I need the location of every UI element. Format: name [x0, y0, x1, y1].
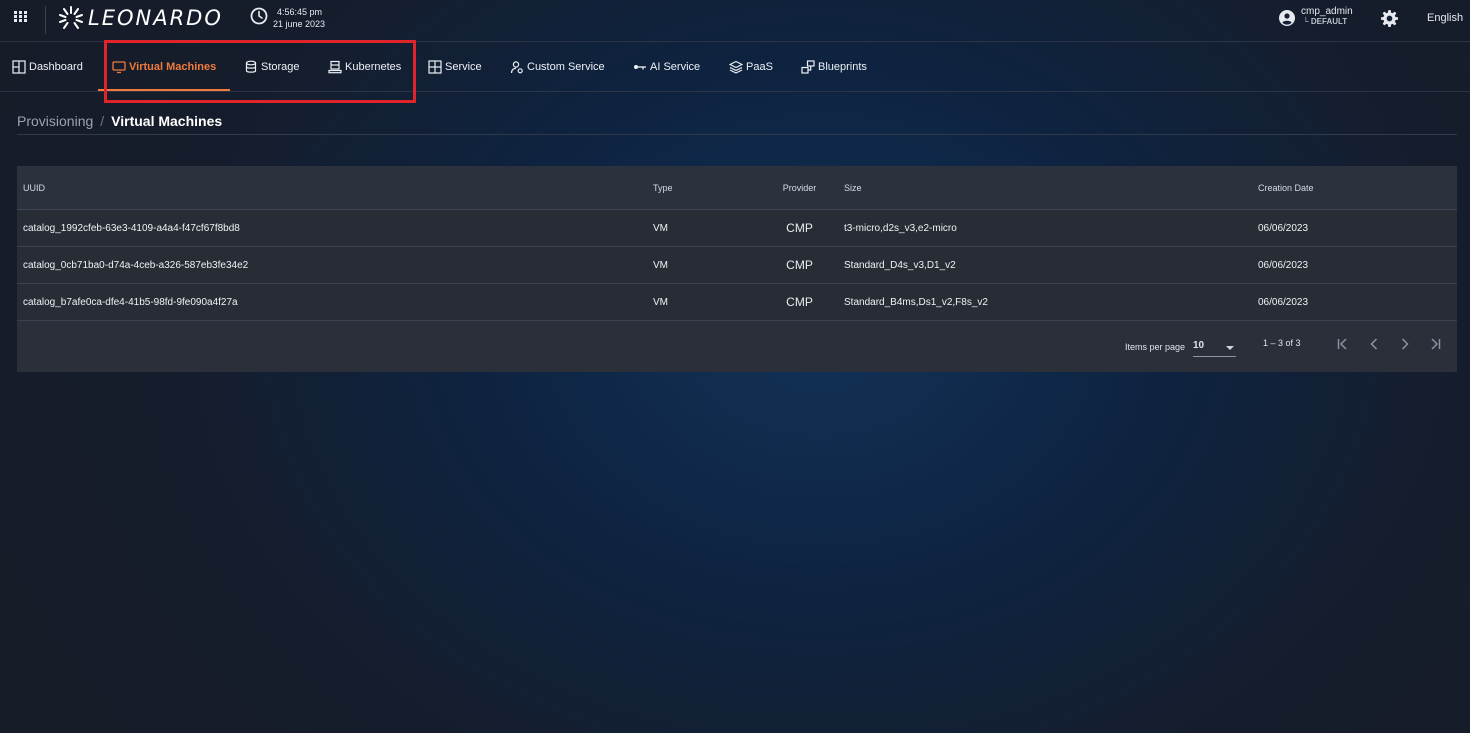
cell-size: Standard_D4s_v3,D1_v2: [844, 259, 956, 271]
column-header-creation-date[interactable]: Creation Date: [1252, 183, 1452, 193]
breadcrumb-separator: /: [100, 113, 105, 129]
tab-label: AI Service: [650, 61, 701, 73]
page-range-label: 1 – 3 of 3: [1263, 338, 1301, 348]
cell-type: VM: [653, 259, 668, 271]
apps-grid-icon[interactable]: [14, 11, 30, 27]
logo-text: LEONARDO: [88, 6, 223, 30]
tab-virtual-machines[interactable]: Virtual Machines: [98, 43, 231, 91]
clock-icon: [250, 7, 268, 25]
user-avatar-icon[interactable]: [1279, 10, 1295, 26]
ai-key-icon: [633, 60, 647, 74]
cell-uuid: catalog_1992cfeb-63e3-4109-a4a4-f47cf67f…: [23, 222, 240, 234]
page-title: Virtual Machines: [111, 113, 223, 129]
datetime: 4:56:45 pm 21 june 2023: [273, 6, 325, 30]
cell-size: t3-micro,d2s_v3,e2-micro: [844, 222, 957, 234]
column-header-uuid[interactable]: UUID: [17, 183, 647, 193]
last-page-icon: [1431, 338, 1441, 350]
tab-label: Custom Service: [527, 61, 605, 73]
dashboard-icon: [12, 60, 26, 74]
top-bar: LEONARDO 4:56:45 pm 21 june 2023 cmp_adm…: [0, 0, 1470, 42]
paginator: Items per page 10 1 – 3 of 3: [17, 321, 1457, 372]
cell-creation-date: 06/06/2023: [1258, 259, 1309, 271]
user-role: └ DEFAULT: [1303, 17, 1348, 26]
server-icon: [328, 60, 342, 74]
cell-creation-date: 06/06/2023: [1258, 222, 1309, 234]
column-header-size[interactable]: Size: [838, 183, 1252, 193]
cell-provider: CMP: [786, 295, 813, 309]
tab-custom-service[interactable]: Custom Service: [510, 43, 605, 91]
tab-label: Storage: [261, 61, 300, 73]
tab-label: Kubernetes: [345, 61, 402, 73]
breadcrumb: Provisioning / Virtual Machines: [17, 113, 222, 129]
first-page-button[interactable]: [1333, 334, 1353, 354]
cell-uuid: catalog_0cb71ba0-d74a-4ceb-a326-587eb3fe…: [23, 259, 249, 271]
tab-label: Blueprints: [818, 61, 867, 73]
current-time: 4:56:45 pm: [277, 7, 323, 17]
blueprint-icon: [801, 60, 815, 74]
column-header-type[interactable]: Type: [647, 183, 761, 193]
column-header-provider[interactable]: Provider: [761, 183, 838, 193]
cell-type: VM: [653, 296, 668, 308]
language-selector[interactable]: English: [1427, 12, 1463, 24]
tab-paas[interactable]: PaaS: [729, 43, 773, 91]
user-menu[interactable]: cmp_admin └ DEFAULT: [1301, 7, 1353, 27]
cell-provider: CMP: [786, 258, 813, 272]
tab-label: Dashboard: [29, 61, 83, 73]
chevron-right-icon: [1401, 338, 1409, 350]
table-header: UUID Type Provider Size Creation Date: [17, 166, 1457, 210]
tab-ai-service[interactable]: AI Service: [633, 43, 700, 91]
table-row[interactable]: catalog_0cb71ba0-d74a-4ceb-a326-587eb3fe…: [17, 247, 1457, 284]
tab-service[interactable]: Service: [428, 43, 482, 91]
user-name: cmp_admin: [1301, 6, 1353, 17]
divider: [45, 6, 46, 34]
logo[interactable]: LEONARDO: [58, 4, 223, 32]
cell-type: VM: [653, 222, 668, 234]
divider: [17, 134, 1457, 135]
table-row[interactable]: catalog_1992cfeb-63e3-4109-a4a4-f47cf67f…: [17, 210, 1457, 247]
leonardo-logo-icon: [59, 6, 83, 29]
custom-service-icon: [510, 60, 524, 74]
cell-size: Standard_B4ms,Ds1_v2,F8s_v2: [844, 296, 988, 308]
cell-creation-date: 06/06/2023: [1258, 296, 1309, 308]
tab-label: PaaS: [746, 61, 773, 73]
tab-label: Service: [445, 61, 482, 73]
chevron-left-icon: [1370, 338, 1378, 350]
layers-icon: [729, 60, 743, 74]
items-per-page-select[interactable]: 10: [1193, 340, 1236, 357]
breadcrumb-parent[interactable]: Provisioning: [17, 113, 93, 129]
items-per-page-label: Items per page: [1125, 342, 1186, 352]
first-page-icon: [1337, 338, 1347, 350]
tab-dashboard[interactable]: Dashboard: [12, 43, 83, 91]
grid-icon: [428, 60, 442, 74]
database-icon: [244, 60, 258, 74]
dropdown-caret-icon: [1226, 346, 1234, 350]
monitor-icon: [112, 60, 126, 74]
tab-blueprints[interactable]: Blueprints: [801, 43, 867, 91]
gear-icon[interactable]: [1380, 9, 1399, 28]
previous-page-button[interactable]: [1364, 334, 1384, 354]
vm-table: UUID Type Provider Size Creation Date ca…: [17, 166, 1457, 372]
tab-storage[interactable]: Storage: [244, 43, 300, 91]
cell-uuid: catalog_b7afe0ca-dfe4-41b5-98fd-9fe090a4…: [23, 296, 238, 308]
active-tab-indicator: [98, 89, 231, 91]
current-date: 21 june 2023: [273, 19, 326, 29]
tab-kubernetes[interactable]: Kubernetes: [328, 43, 401, 91]
last-page-button[interactable]: [1425, 334, 1445, 354]
main-nav: Dashboard Virtual Machines Storage Kuber…: [0, 43, 1470, 92]
next-page-button[interactable]: [1395, 334, 1415, 354]
table-row[interactable]: catalog_b7afe0ca-dfe4-41b5-98fd-9fe090a4…: [17, 284, 1457, 321]
items-per-page-value: 10: [1193, 340, 1205, 351]
cell-provider: CMP: [786, 221, 813, 235]
tab-label: Virtual Machines: [129, 61, 217, 73]
